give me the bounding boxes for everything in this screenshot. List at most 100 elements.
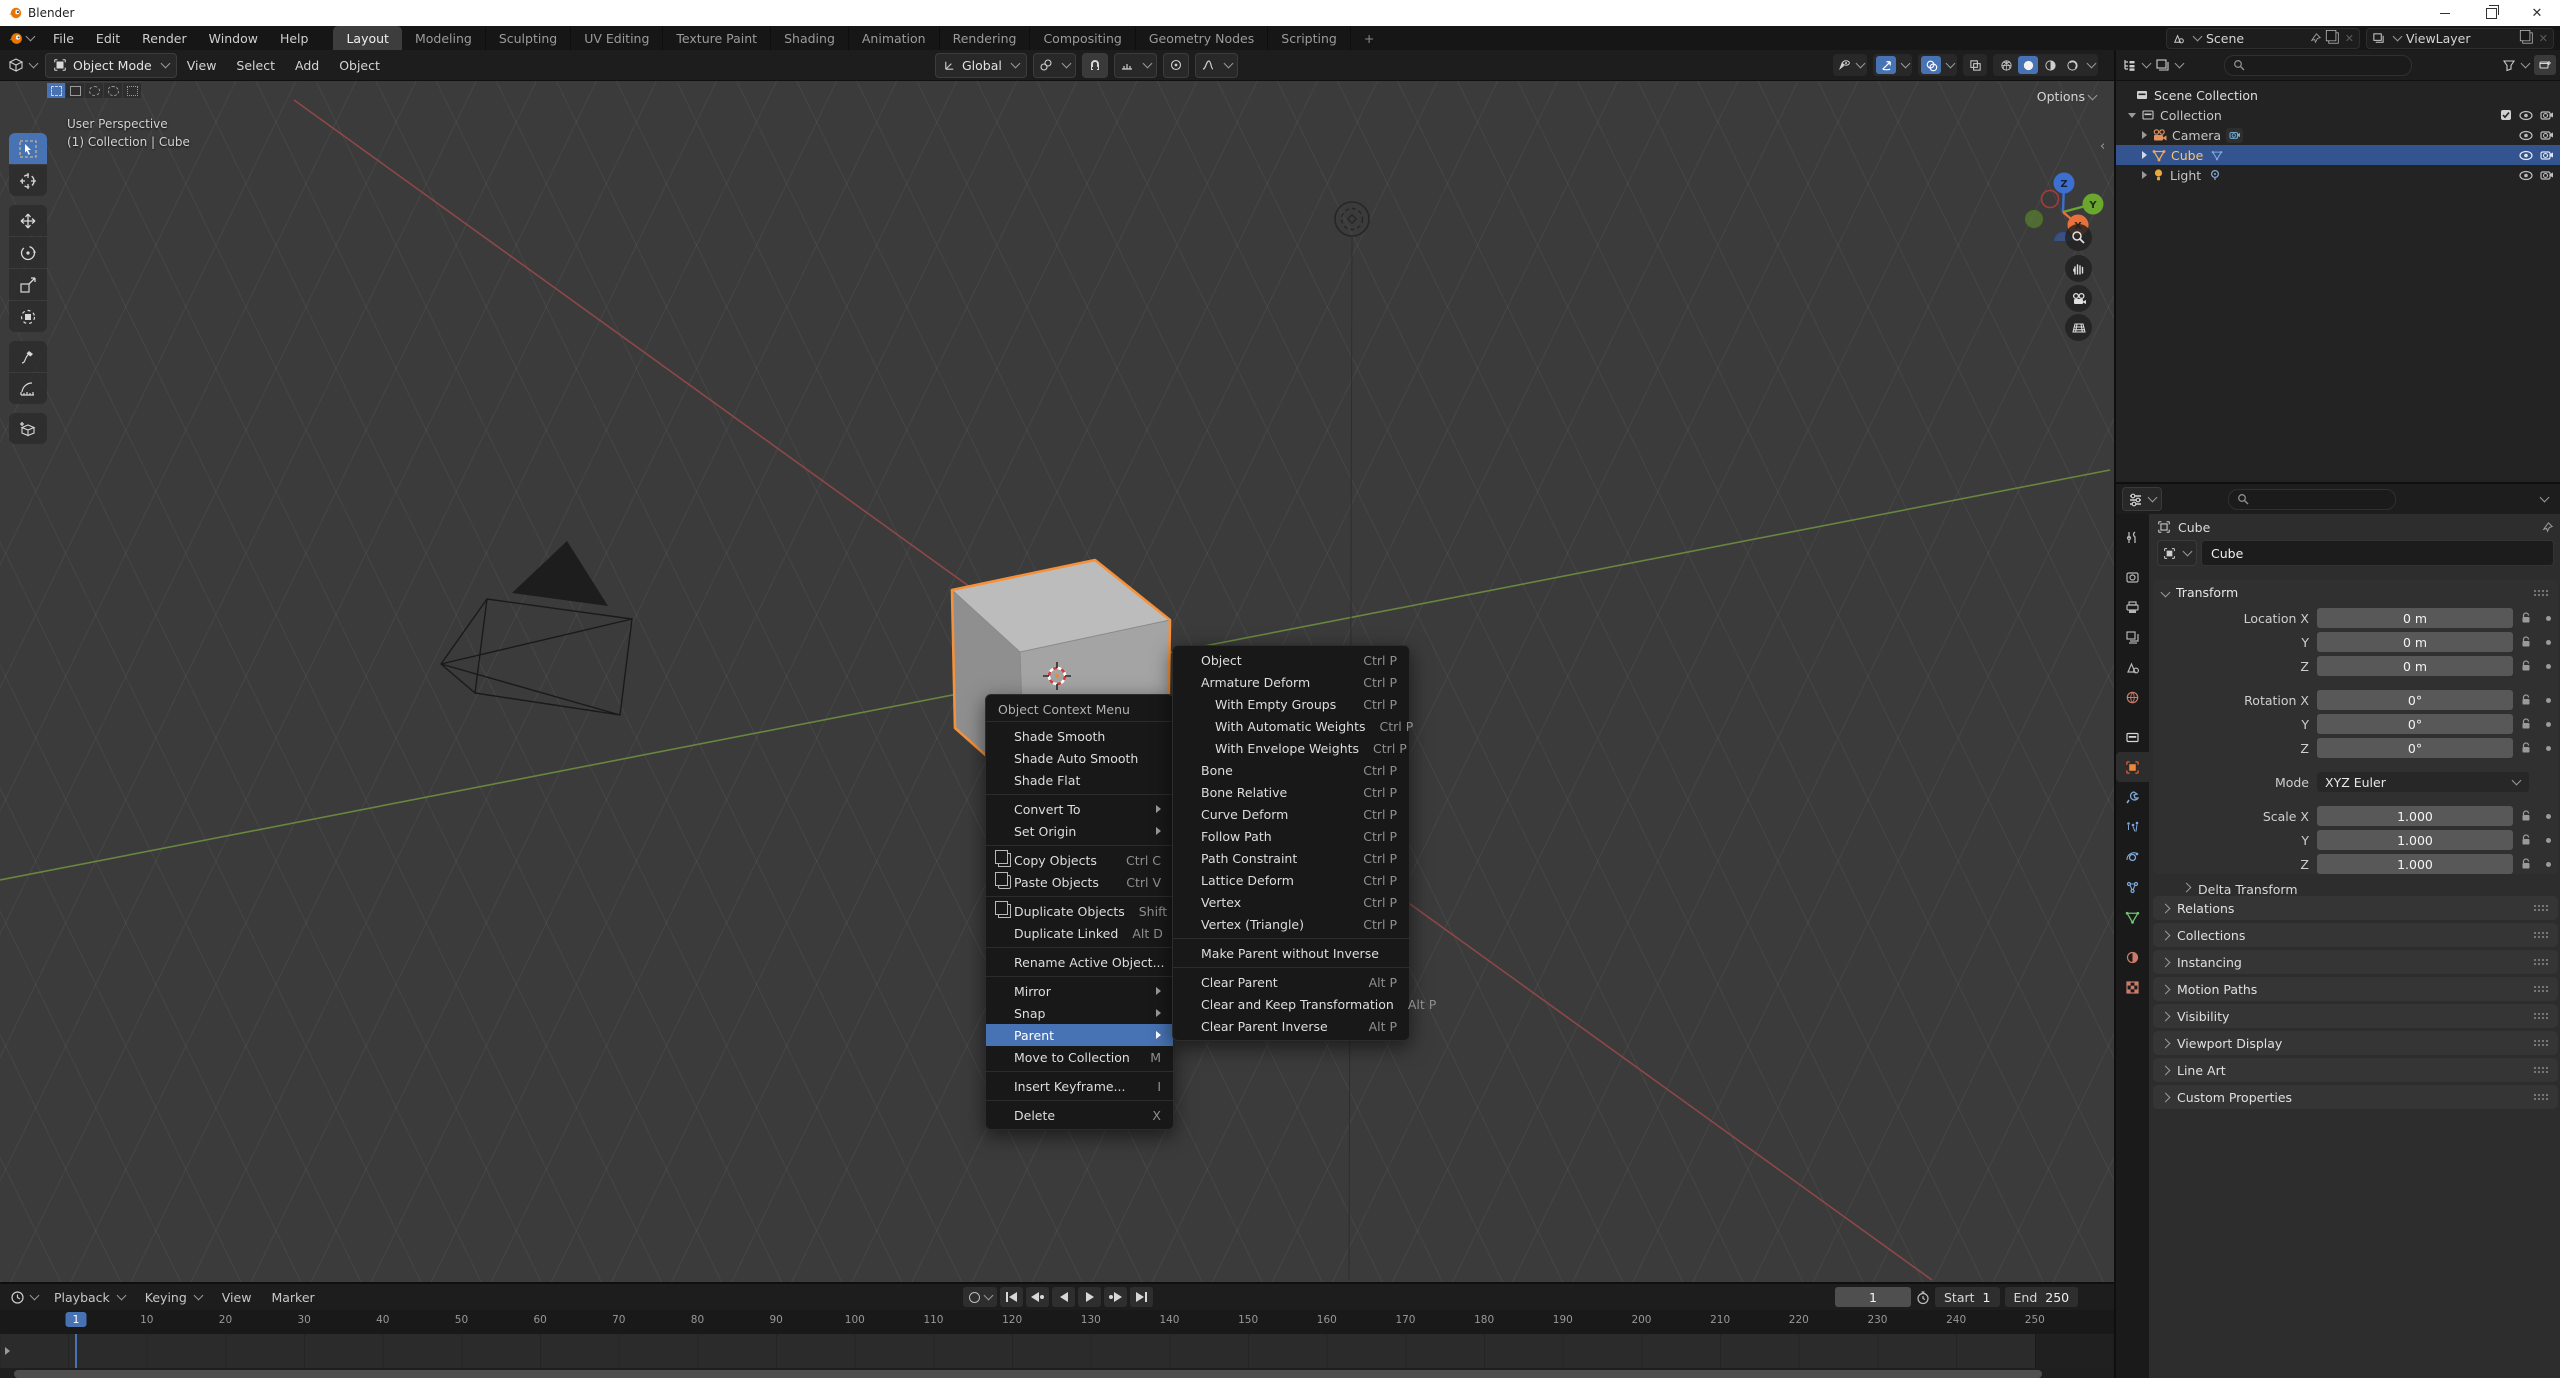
playhead-line[interactable] <box>75 1334 77 1368</box>
properties-options-dropdown[interactable] <box>2540 493 2550 503</box>
workspace-tab-scripting[interactable]: Scripting <box>1268 26 1351 50</box>
xray-toggle[interactable] <box>1963 54 1987 76</box>
animate-dot-icon[interactable] <box>2546 814 2551 819</box>
disclosure-triangle-icon[interactable] <box>2142 151 2147 159</box>
render-visibility-icon[interactable] <box>2540 149 2554 161</box>
menu-playback[interactable]: Playback <box>46 1290 133 1305</box>
menu-view-timeline[interactable]: View <box>214 1290 260 1305</box>
select-mode-box[interactable] <box>66 83 84 98</box>
rotation-y-field[interactable]: 0° <box>2317 714 2513 734</box>
breadcrumb-label[interactable]: Cube <box>2178 520 2210 535</box>
stopwatch-icon[interactable] <box>1916 1290 1930 1305</box>
eye-icon[interactable] <box>2519 150 2533 161</box>
camera-view-button[interactable] <box>2065 285 2092 312</box>
timeline-scrollbar[interactable] <box>14 1370 2042 1378</box>
tab-constraints[interactable] <box>2116 872 2149 902</box>
properties-search-input[interactable] <box>2228 489 2396 510</box>
play-button[interactable] <box>1078 1287 1101 1307</box>
tab-object[interactable] <box>2116 752 2149 782</box>
pin-icon[interactable] <box>2309 32 2322 45</box>
submenu-item-lattice-deform[interactable]: Lattice DeformCtrl P <box>1173 869 1409 891</box>
lock-icon[interactable] <box>2513 660 2539 672</box>
blender-menu-icon[interactable] <box>0 26 42 50</box>
tool-scale[interactable] <box>9 269 47 300</box>
unlink-scene-icon[interactable]: ✕ <box>2345 32 2354 45</box>
menu-keying[interactable]: Keying <box>137 1290 210 1305</box>
lock-icon[interactable] <box>2513 858 2539 870</box>
tab-output[interactable] <box>2116 592 2149 622</box>
workspace-tab-sculpting[interactable]: Sculpting <box>486 26 571 50</box>
submenu-item-clear-and-keep-transformation[interactable]: Clear and Keep TransformationAlt P <box>1173 993 1409 1015</box>
eye-icon[interactable] <box>2519 130 2533 141</box>
tab-view-layer[interactable] <box>2116 622 2149 652</box>
tab-particles[interactable] <box>2116 812 2149 842</box>
submenu-item-vertex[interactable]: VertexCtrl P <box>1173 891 1409 913</box>
submenu-item-bone[interactable]: BoneCtrl P <box>1173 759 1409 781</box>
tool-annotate[interactable] <box>9 341 47 372</box>
timeline-ruler[interactable]: 1102030405060708090100110120130140150160… <box>0 1310 2114 1334</box>
panel-instancing[interactable]: Instancing <box>2153 950 2558 974</box>
proportional-editing-toggle[interactable] <box>1163 53 1189 78</box>
scale-z-field[interactable]: 1.000 <box>2317 854 2513 874</box>
workspace-tab-geometry-nodes[interactable]: Geometry Nodes <box>1136 26 1268 50</box>
scene-selector[interactable]: Scene ✕ <box>2166 28 2360 49</box>
submenu-item-clear-parent-inverse[interactable]: Clear Parent InverseAlt P <box>1173 1015 1409 1037</box>
menu-item-paste-objects[interactable]: Paste ObjectsCtrl V <box>986 871 1173 893</box>
tab-texture[interactable] <box>2116 972 2149 1002</box>
lock-icon[interactable] <box>2513 810 2539 822</box>
select-mode-lasso[interactable] <box>104 83 122 98</box>
menu-item-copy-objects[interactable]: Copy ObjectsCtrl C <box>986 849 1173 871</box>
timeline-editor-type-button[interactable] <box>6 1290 42 1305</box>
menu-item-move-to-collection[interactable]: Move to CollectionM <box>986 1046 1173 1068</box>
tool-add-cube[interactable] <box>9 413 47 444</box>
panel-viewport-display[interactable]: Viewport Display <box>2153 1031 2558 1055</box>
menu-add[interactable]: Add <box>285 58 329 73</box>
mode-dropdown[interactable]: Object Mode <box>45 53 177 78</box>
menu-render[interactable]: Render <box>131 26 198 50</box>
light-object[interactable] <box>1335 202 1369 236</box>
panel-visibility[interactable]: Visibility <box>2153 1004 2558 1028</box>
tab-object-data[interactable] <box>2116 902 2149 932</box>
menu-window[interactable]: Window <box>198 26 269 50</box>
current-frame-field[interactable]: 1 <box>1835 1287 1911 1307</box>
animate-dot-icon[interactable] <box>2546 640 2551 645</box>
new-scene-icon[interactable] <box>2328 32 2338 43</box>
select-mode-circle[interactable] <box>85 83 103 98</box>
camera-object[interactable] <box>441 541 632 715</box>
animate-dot-icon[interactable] <box>2546 838 2551 843</box>
lock-icon[interactable] <box>2513 636 2539 648</box>
tool-select-box[interactable] <box>9 133 47 164</box>
workspace-tab-uv-editing[interactable]: UV Editing <box>571 26 663 50</box>
restore-button[interactable] <box>2468 0 2514 26</box>
navigation-gizmo[interactable]: Z Y X <box>2014 141 2114 241</box>
submenu-item-path-constraint[interactable]: Path ConstraintCtrl P <box>1173 847 1409 869</box>
menu-item-shade-auto-smooth[interactable]: Shade Auto Smooth <box>986 747 1173 769</box>
menu-edit[interactable]: Edit <box>85 26 131 50</box>
object-name-field[interactable]: Cube <box>2201 540 2554 566</box>
submenu-item-armature-deform[interactable]: Armature DeformCtrl P <box>1173 671 1409 693</box>
menu-item-convert-to[interactable]: Convert To <box>986 798 1173 820</box>
tool-cursor[interactable] <box>9 165 47 196</box>
menu-item-duplicate-linked[interactable]: Duplicate LinkedAlt D <box>986 922 1173 944</box>
tool-transform[interactable] <box>9 301 47 332</box>
location-x-field[interactable]: 0 m <box>2317 608 2513 628</box>
animate-dot-icon[interactable] <box>2546 664 2551 669</box>
gizmo-x-neg-axis[interactable] <box>2042 191 2059 208</box>
submenu-item-make-parent-without-inverse[interactable]: Make Parent without Inverse <box>1173 942 1409 964</box>
panel-line-art[interactable]: Line Art <box>2153 1058 2558 1082</box>
workspace-tab-texture-paint[interactable]: Texture Paint <box>663 26 771 50</box>
submenu-item-curve-deform[interactable]: Curve DeformCtrl P <box>1173 803 1409 825</box>
animate-dot-icon[interactable] <box>2546 722 2551 727</box>
transform-orientation-dropdown[interactable]: Global <box>935 53 1027 78</box>
show-overlays-toggle[interactable] <box>1921 56 1941 74</box>
workspace-tab-compositing[interactable]: Compositing <box>1030 26 1135 50</box>
zoom-view-button[interactable] <box>2065 224 2092 251</box>
workspace-tab-rendering[interactable]: Rendering <box>940 26 1031 50</box>
tab-material[interactable] <box>2116 942 2149 972</box>
menu-item-mirror[interactable]: Mirror <box>986 980 1173 1002</box>
animate-dot-icon[interactable] <box>2546 616 2551 621</box>
panel-relations[interactable]: Relations <box>2153 896 2558 920</box>
properties-editor-type-button[interactable] <box>2122 487 2162 511</box>
tree-row-scene-collection[interactable]: Scene Collection <box>2116 85 2560 105</box>
tool-measure[interactable] <box>9 373 47 404</box>
